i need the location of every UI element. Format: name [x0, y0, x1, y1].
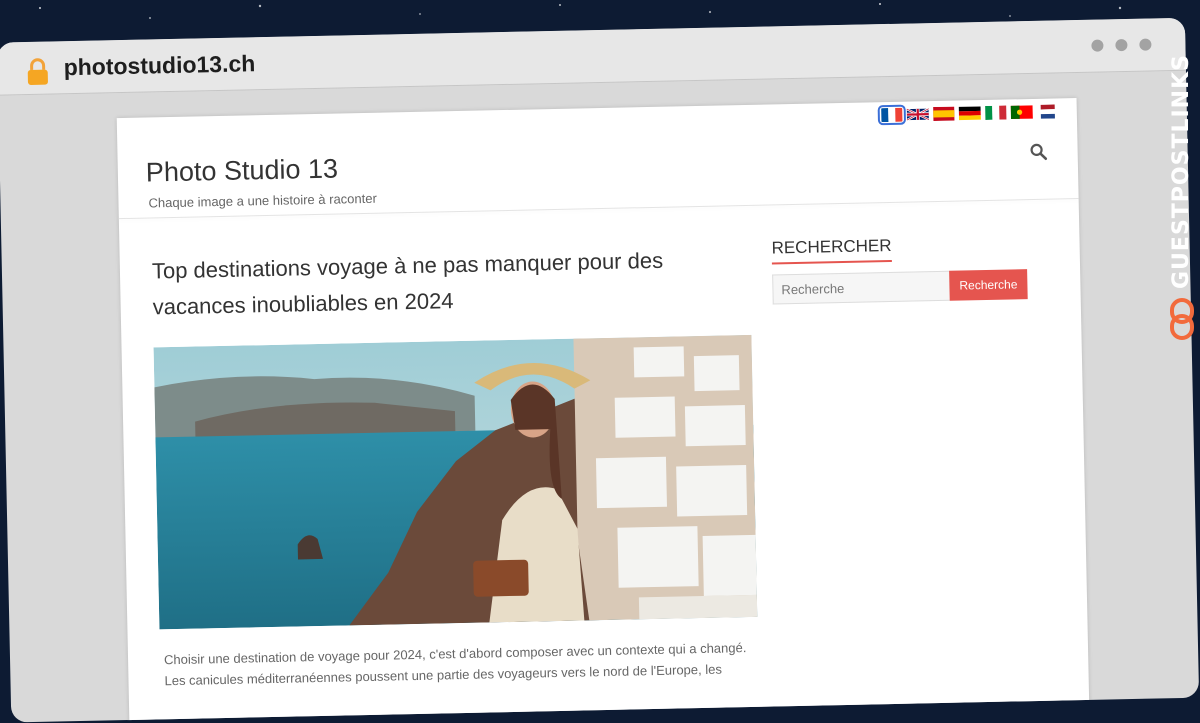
- sidebar-search-button[interactable]: Recherche: [949, 269, 1028, 301]
- address-bar: photostudio13.ch: [0, 17, 1186, 96]
- window-dot[interactable]: [1115, 38, 1128, 52]
- sidebar-search-input[interactable]: [772, 270, 950, 305]
- watermark-brand: GUESTPOSTLINKS: [1164, 54, 1200, 354]
- article-excerpt: Choisir une destination de voyage pour 2…: [163, 640, 747, 689]
- site-tagline: Chaque image a une histoire à raconter: [148, 190, 377, 211]
- site-title[interactable]: Photo Studio 13: [146, 154, 339, 189]
- article-title[interactable]: Top destinations voyage à ne pas manquer…: [152, 241, 733, 325]
- window-controls: [1091, 38, 1152, 52]
- lock-icon: [27, 58, 48, 85]
- window-dot[interactable]: [1091, 39, 1104, 52]
- sidebar-search-form: Recherche: [772, 269, 1028, 305]
- flag-germany-icon[interactable]: [958, 106, 981, 121]
- chain-link-icon: [1170, 298, 1194, 340]
- browser-window: photostudio13.ch Photo Studio 13 Chaque …: [0, 17, 1200, 723]
- flag-uk-icon[interactable]: [906, 107, 929, 122]
- language-switcher: [877, 104, 1059, 126]
- flag-portugal-icon[interactable]: [1010, 105, 1033, 120]
- flag-france-icon[interactable]: [877, 104, 907, 126]
- web-page: Photo Studio 13 Chaque image a une histo…: [116, 98, 1090, 723]
- flag-italy-icon[interactable]: [985, 105, 1007, 120]
- magnifier-icon[interactable]: [1029, 143, 1048, 161]
- url-text[interactable]: photostudio13.ch: [63, 50, 255, 81]
- window-dot[interactable]: [1139, 38, 1152, 51]
- search-widget-title: RECHERCHER: [771, 235, 892, 265]
- watermark-text: GUESTPOSTLINKS: [1169, 54, 1194, 289]
- flag-spain-icon[interactable]: [933, 106, 955, 122]
- flag-netherlands-icon[interactable]: [1037, 104, 1059, 119]
- article-hero-image[interactable]: [153, 334, 758, 630]
